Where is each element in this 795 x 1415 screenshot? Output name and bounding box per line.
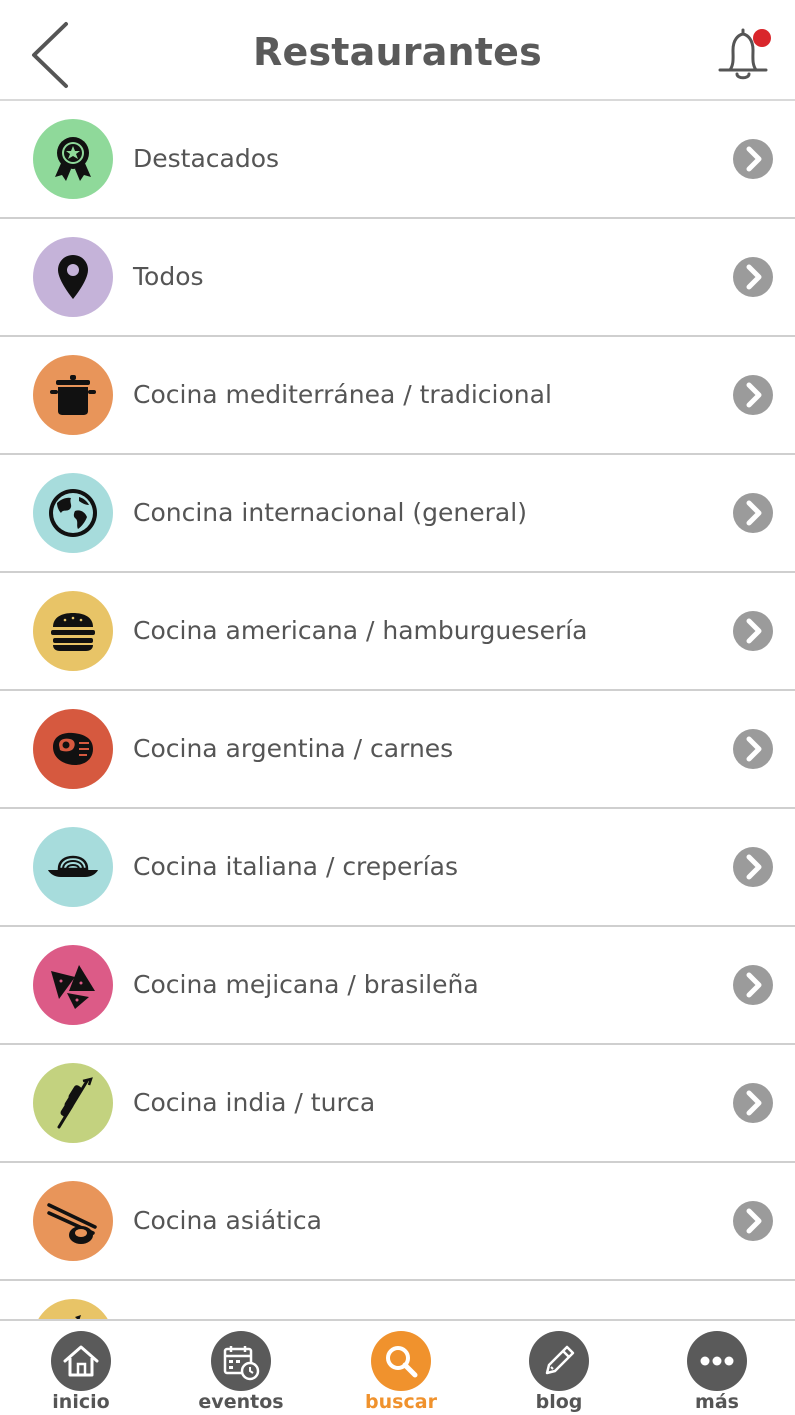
tab-icon-circle <box>687 1331 747 1391</box>
category-icon-circle <box>33 709 113 789</box>
category-list: Destacados Todos Cocina mediterránea / t… <box>0 101 795 1319</box>
tab-blog[interactable]: blog <box>504 1329 614 1415</box>
category-item-india[interactable]: Cocina india / turca <box>0 1045 795 1163</box>
chevron-right-icon <box>733 1083 773 1123</box>
bottom-tab-bar: inicio eventos buscar blog más <box>0 1319 795 1415</box>
category-label: Cocina mediterránea / tradicional <box>133 380 552 409</box>
cooking-pot-icon <box>50 375 96 415</box>
category-icon-circle <box>33 237 113 317</box>
calendar-clock-icon <box>223 1346 260 1381</box>
category-label: Todos <box>133 262 204 291</box>
tab-label: blog <box>535 1391 583 1413</box>
chevron-right-icon <box>733 729 773 769</box>
category-icon-circle <box>33 1063 113 1143</box>
category-icon-circle <box>33 945 113 1025</box>
chevron-right-icon <box>733 965 773 1005</box>
tab-icon-circle <box>211 1331 271 1391</box>
category-item-americana[interactable]: Cocina americana / hamburguesería <box>0 573 795 691</box>
more-dots-icon <box>700 1356 734 1366</box>
category-label: Cocina americana / hamburguesería <box>133 616 588 645</box>
category-icon-circle <box>33 119 113 199</box>
notifications-button[interactable] <box>716 24 776 84</box>
tab-icon-circle <box>529 1331 589 1391</box>
chevron-right-icon <box>733 375 773 415</box>
category-icon-circle <box>33 1181 113 1261</box>
category-item-argentina[interactable]: Cocina argentina / carnes <box>0 691 795 809</box>
nachos-icon <box>51 965 95 1009</box>
search-icon <box>386 1346 418 1378</box>
tab-label: más <box>695 1391 739 1413</box>
tab-label: buscar <box>365 1391 437 1413</box>
category-item-todos[interactable]: Todos <box>0 219 795 337</box>
steak-icon <box>53 732 93 765</box>
tab-mas[interactable]: más <box>662 1329 772 1415</box>
category-icon-circle <box>33 827 113 907</box>
category-item-italiana[interactable]: Cocina italiana / creperías <box>0 809 795 927</box>
category-icon-circle <box>33 473 113 553</box>
chevron-right-icon <box>733 139 773 179</box>
tab-buscar[interactable]: buscar <box>346 1329 456 1415</box>
award-ribbon-icon <box>55 137 91 181</box>
category-label: Cocina mejicana / brasileña <box>133 970 479 999</box>
chevron-right-icon <box>733 847 773 887</box>
notification-dot <box>753 29 771 47</box>
category-label: Concina internacional (general) <box>133 498 527 527</box>
pencil-icon <box>545 1345 575 1375</box>
home-icon <box>63 1345 99 1377</box>
map-pin-icon <box>58 255 88 299</box>
app-header: Restaurantes <box>0 0 795 101</box>
kebab-skewer-icon <box>57 1077 93 1129</box>
pasta-plate-icon <box>48 855 98 877</box>
category-icon-circle <box>33 1299 113 1319</box>
category-label: Cocina india / turca <box>133 1088 376 1117</box>
category-label: Cocina argentina / carnes <box>133 734 454 763</box>
sushi-chopsticks-icon <box>47 1203 97 1244</box>
chevron-right-icon <box>733 1201 773 1241</box>
category-label: Destacados <box>133 144 280 173</box>
globe-icon <box>49 489 97 537</box>
page-title: Restaurantes <box>253 30 542 74</box>
category-icon-circle <box>33 591 113 671</box>
category-item-mejicana[interactable]: Cocina mejicana / brasileña <box>0 927 795 1045</box>
category-item-internacional[interactable]: Concina internacional (general) <box>0 455 795 573</box>
partial-category-icon <box>75 1315 81 1319</box>
category-icon-circle <box>33 355 113 435</box>
tab-icon-circle <box>51 1331 111 1391</box>
category-item-mediterranea[interactable]: Cocina mediterránea / tradicional <box>0 337 795 455</box>
category-item-asiatica[interactable]: Cocina asiática <box>0 1163 795 1281</box>
tab-icon-circle <box>371 1331 431 1391</box>
category-item-destacados[interactable]: Destacados <box>0 101 795 219</box>
tab-label: eventos <box>198 1391 284 1413</box>
chevron-right-icon <box>733 257 773 297</box>
tab-label: inicio <box>52 1391 110 1413</box>
chevron-right-icon <box>733 493 773 533</box>
tab-inicio[interactable]: inicio <box>26 1329 136 1415</box>
category-item-partial[interactable] <box>0 1281 795 1319</box>
category-label: Cocina asiática <box>133 1206 322 1235</box>
category-label: Cocina italiana / creperías <box>133 852 458 881</box>
bell-icon <box>718 28 771 80</box>
chevron-right-icon <box>733 611 773 651</box>
tab-eventos[interactable]: eventos <box>186 1329 296 1415</box>
hamburger-icon <box>51 613 95 651</box>
